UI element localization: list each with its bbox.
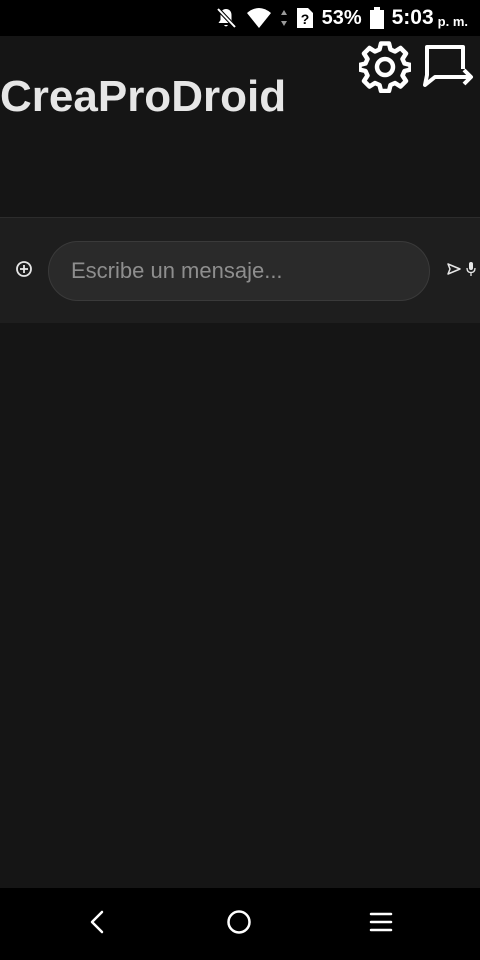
app-screen: ? 53% 5:03 p. m. CreaProDroid	[0, 0, 480, 960]
send-button[interactable]	[446, 262, 462, 280]
clock-time: 5:03	[391, 6, 434, 29]
share-chat-icon	[423, 43, 475, 96]
navigation-bar	[0, 888, 480, 960]
notifications-off-icon	[214, 6, 238, 30]
back-icon	[88, 910, 108, 939]
status-bar: ? 53% 5:03 p. m.	[0, 0, 480, 36]
clock-ampm: p. m.	[437, 13, 468, 29]
no-sim-icon: ?	[296, 7, 314, 29]
share-chat-button[interactable]	[422, 42, 476, 96]
mic-button[interactable]	[464, 261, 478, 281]
app-bar: CreaProDroid	[0, 36, 480, 217]
message-input[interactable]	[48, 241, 430, 301]
battery-percentage: 53%	[321, 6, 362, 29]
message-composer	[0, 218, 480, 323]
home-button[interactable]	[221, 906, 257, 942]
status-indicators: ? 53% 5:03 p. m.	[214, 0, 468, 36]
messages-area	[0, 323, 480, 888]
svg-text:?: ?	[300, 11, 309, 27]
settings-button[interactable]	[357, 40, 413, 98]
send-icon	[447, 262, 461, 281]
attach-button[interactable]	[12, 259, 36, 283]
app-bar-actions	[357, 40, 476, 98]
add-circle-icon	[15, 260, 33, 283]
data-arrows-icon	[280, 8, 288, 28]
back-button[interactable]	[80, 906, 116, 942]
app-title: CreaProDroid	[0, 72, 287, 121]
recents-button[interactable]	[363, 906, 399, 942]
recents-icon	[369, 911, 393, 938]
battery-icon	[369, 7, 384, 29]
mic-icon	[465, 261, 477, 282]
wifi-icon	[246, 7, 272, 29]
home-icon	[226, 909, 252, 940]
settings-icon	[357, 40, 413, 98]
